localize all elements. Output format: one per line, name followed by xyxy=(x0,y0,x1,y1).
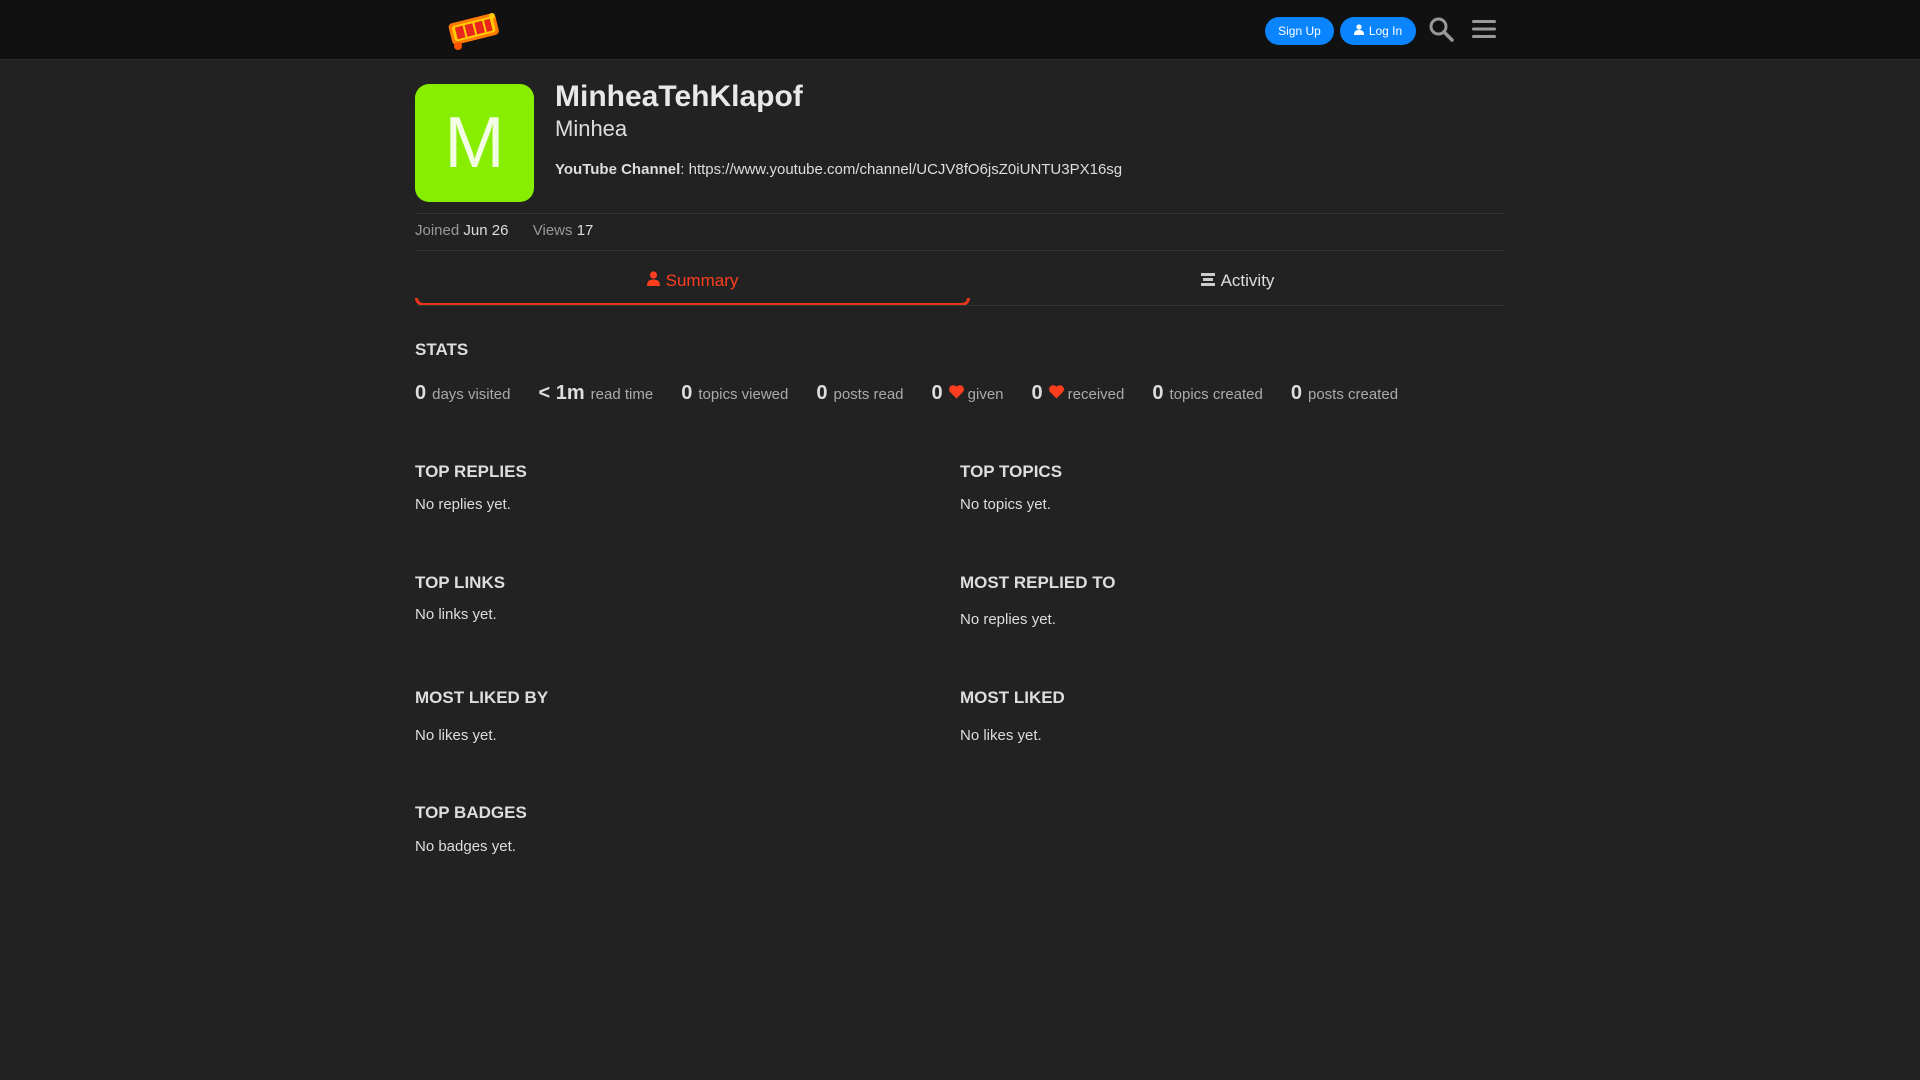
full-name: Minhea xyxy=(555,116,628,141)
stat-value: < 1m xyxy=(538,382,585,404)
search-icon xyxy=(1428,16,1454,47)
stat-value: 0 xyxy=(681,382,693,404)
search-button[interactable] xyxy=(1426,16,1456,46)
heart-icon xyxy=(1048,385,1064,403)
top-topics-title: Top Topics xyxy=(960,462,1063,481)
user-field-value: https://www.youtube.com/channel/UCJV8fO6… xyxy=(688,161,1123,178)
stat-label: read time xyxy=(590,386,654,403)
most-liked-title: Most Liked xyxy=(960,688,1065,707)
stat-posts-read: 0 posts read xyxy=(816,382,903,405)
most-liked-empty: No likes yet. xyxy=(960,727,1042,744)
stat-value: 0 xyxy=(1152,382,1164,404)
top-links-title: Top Links xyxy=(415,573,506,592)
divider xyxy=(415,213,1505,214)
stat-label: days visited xyxy=(432,386,511,403)
stats-title: Stats xyxy=(415,340,469,359)
stat-value: 0 xyxy=(1290,382,1302,404)
avatar-letter: M xyxy=(444,103,505,183)
stat-likes-given: 0 given xyxy=(932,382,1004,405)
stat-read-time: < 1m read time xyxy=(539,382,654,405)
tabs-border xyxy=(415,305,1505,306)
joined-label: Joined xyxy=(415,222,460,239)
stats-row: 0 days visited < 1m read time 0 topics v… xyxy=(415,382,1398,405)
views-label: Views xyxy=(532,222,573,239)
user-icon xyxy=(646,271,660,291)
heart-icon xyxy=(948,385,964,403)
menu-button[interactable] xyxy=(1469,16,1499,46)
views-value: 17 xyxy=(576,222,594,239)
stream-icon xyxy=(1200,271,1215,291)
login-button-label: Log In xyxy=(1368,24,1403,38)
stat-label: topics viewed xyxy=(698,386,789,403)
stat-posts-created: 0 posts created xyxy=(1291,382,1398,405)
site-logo[interactable] xyxy=(444,8,504,52)
most-liked-by-title: Most Liked By xyxy=(415,688,549,707)
stat-label: posts created xyxy=(1307,386,1399,403)
top-links-empty: No links yet. xyxy=(415,606,497,623)
stat-label: topics created xyxy=(1169,386,1263,403)
username: MinheaTehKlapof xyxy=(555,80,803,113)
stat-days-visited: 0 days visited xyxy=(415,382,511,405)
most-replied-to-empty: No replies yet. xyxy=(960,611,1056,628)
tab-summary-label: Summary xyxy=(665,271,739,290)
top-badges-empty: No badges yet. xyxy=(415,838,516,855)
stat-value: 0 xyxy=(415,382,427,404)
stat-value: 0 xyxy=(1031,382,1043,404)
stat-label-wrap: given xyxy=(948,385,1004,403)
hamburger-icon xyxy=(1471,18,1497,45)
joined-value: Jun 26 xyxy=(463,222,509,239)
divider xyxy=(415,250,1505,251)
user-field-label: YouTube Channel xyxy=(555,161,681,178)
avatar: M xyxy=(415,84,534,202)
most-liked-by-empty: No likes yet. xyxy=(415,727,497,744)
top-replies-empty: No replies yet. xyxy=(415,496,511,513)
user-icon xyxy=(1353,24,1364,38)
user-field: YouTube Channel: https://www.youtube.com… xyxy=(555,161,1123,178)
stat-label: posts read xyxy=(833,386,904,403)
profile-meta: Joined Jun 26 Views 17 xyxy=(415,222,593,239)
top-badges-title: Top Badges xyxy=(415,803,527,822)
stat-likes-received: 0 received xyxy=(1032,382,1125,405)
signup-button[interactable]: Sign Up xyxy=(1265,17,1334,45)
stat-topics-created: 0 topics created xyxy=(1152,382,1263,405)
top-replies-title: Top Replies xyxy=(415,462,527,481)
stat-label: received xyxy=(1067,385,1125,403)
stat-label: given xyxy=(967,385,1004,403)
stat-label-wrap: received xyxy=(1048,385,1125,403)
stat-value: 0 xyxy=(816,382,828,404)
site-header: Sign Up Log In xyxy=(0,0,1920,60)
most-replied-to-title: Most Replied To xyxy=(960,573,1116,592)
tab-activity[interactable]: Activity xyxy=(970,258,1505,304)
top-topics-empty: No topics yet. xyxy=(960,496,1051,513)
stat-topics-viewed: 0 topics viewed xyxy=(681,382,788,405)
login-button[interactable]: Log In xyxy=(1340,17,1416,45)
stat-value: 0 xyxy=(931,382,943,404)
tab-activity-label: Activity xyxy=(1220,271,1275,290)
signup-button-label: Sign Up xyxy=(1278,24,1321,38)
